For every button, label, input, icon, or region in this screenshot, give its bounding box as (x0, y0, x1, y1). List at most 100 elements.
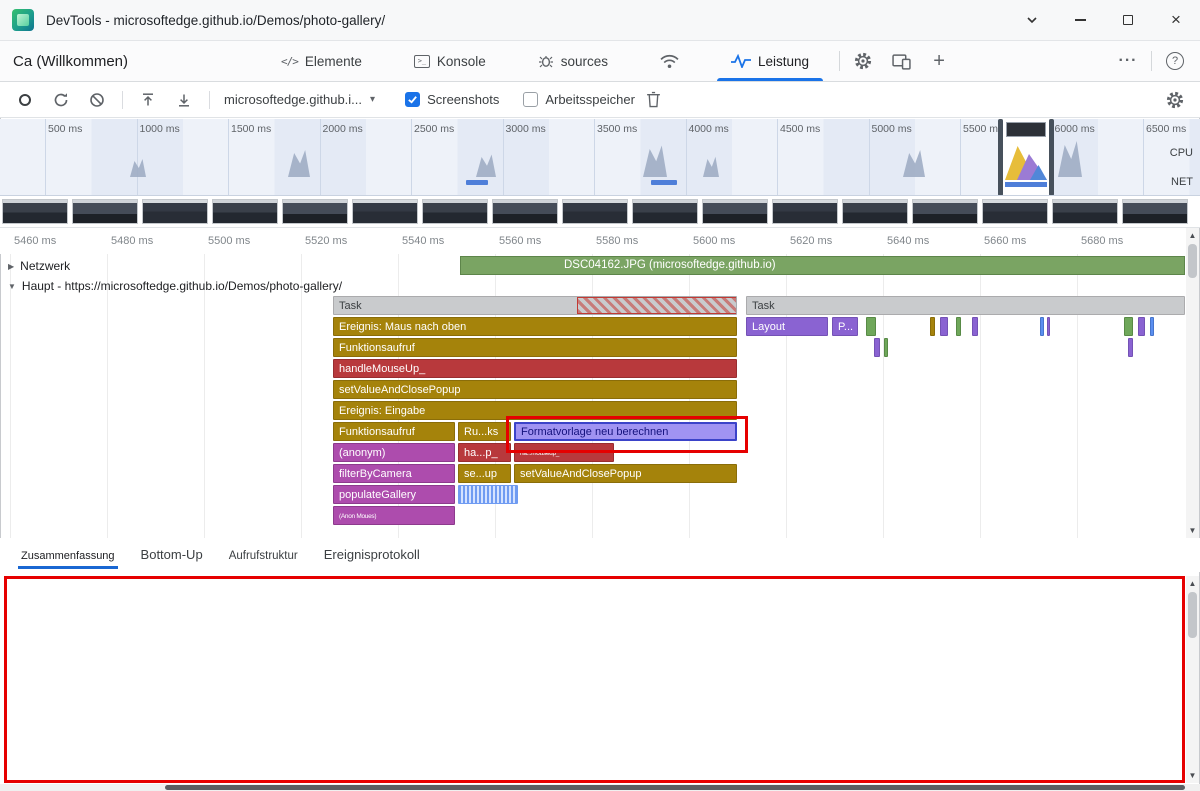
capture-settings-gear-icon[interactable] (1158, 85, 1192, 115)
tab-ereignisprotokoll[interactable]: Ereignisprotokoll (311, 539, 433, 572)
filmstrip-thumbnail[interactable] (702, 199, 768, 224)
network-request-bar[interactable]: DSC04162.JPG (microsoftedge.github.io) (460, 256, 1185, 275)
scrollbar-thumb[interactable] (1188, 592, 1197, 638)
flame-bar[interactable]: setValueAndClosePopup (514, 464, 737, 483)
scroll-down-icon[interactable]: ▼ (1186, 524, 1199, 537)
scroll-up-icon[interactable]: ▲ (1186, 577, 1199, 590)
flame-bar[interactable] (930, 317, 935, 336)
settings-gear-icon[interactable] (844, 41, 882, 81)
filmstrip-thumbnail[interactable] (632, 199, 698, 224)
flame-bar[interactable]: Layout (746, 317, 828, 336)
tab-network[interactable] (634, 41, 705, 81)
record-button[interactable] (8, 85, 42, 115)
flame-bar[interactable]: Ereignis: Eingabe (333, 401, 737, 420)
flame-bar[interactable]: (anonym) (333, 443, 455, 462)
network-track-header[interactable]: ▶ Netzwerk (8, 259, 70, 273)
flame-bar[interactable] (1124, 317, 1133, 336)
flame-bar[interactable]: filterByCamera (333, 464, 455, 483)
flame-bar[interactable]: Task (333, 296, 737, 315)
flame-bar[interactable]: populateGallery (333, 485, 455, 504)
flame-bar[interactable]: Ru...ks (458, 422, 511, 441)
more-menu-icon[interactable]: ··· (1109, 41, 1147, 81)
add-tab-button[interactable]: + (920, 41, 958, 81)
flame-bar[interactable]: Ereignis: Maus nach oben (333, 317, 737, 336)
flame-bar[interactable]: setValueAndClosePopup (333, 380, 737, 399)
flame-bar[interactable] (874, 338, 880, 357)
reload-and-record-button[interactable] (44, 85, 78, 115)
save-profile-button[interactable] (167, 85, 201, 115)
help-button[interactable]: ? (1156, 41, 1194, 81)
target-selector[interactable]: microsoftedge.github.i... ▾ (218, 92, 381, 107)
scrollbar-thumb[interactable] (1188, 244, 1197, 278)
filmstrip-thumbnail[interactable] (282, 199, 348, 224)
tab-aufrufstruktur[interactable]: Aufrufstruktur (216, 542, 311, 572)
maximize-button[interactable] (1104, 0, 1152, 40)
tab-konsole[interactable]: >_ Konsole (388, 41, 512, 81)
filmstrip-thumbnail[interactable] (212, 199, 278, 224)
flame-chart[interactable]: Task Task Ereignis: Maus nach oben LayoutP.… (0, 296, 1185, 536)
flame-bar[interactable]: Funktionsaufruf (333, 422, 455, 441)
filmstrip-thumbnail[interactable] (352, 199, 418, 224)
timeline-overview[interactable]: 500 ms1000 ms1500 ms2000 ms2500 ms3000 m… (0, 119, 1200, 196)
filmstrip-thumbnail[interactable] (842, 199, 908, 224)
flame-bar[interactable] (866, 317, 876, 336)
filmstrip-thumbnail[interactable] (912, 199, 978, 224)
minimize-button[interactable] (1056, 0, 1104, 40)
flame-bar[interactable] (940, 317, 948, 336)
flame-bar[interactable] (1150, 317, 1154, 336)
filmstrip-thumbnail[interactable] (982, 199, 1048, 224)
flame-bar[interactable] (1047, 317, 1050, 336)
filmstrip-thumbnail[interactable] (772, 199, 838, 224)
flame-bar[interactable]: ha...mouseup_ (514, 443, 614, 462)
tab-zusammenfassung[interactable]: Zusammenfassung (8, 542, 128, 572)
tab-bottom-up[interactable]: Bottom-Up (128, 539, 216, 572)
flame-bar[interactable] (1138, 317, 1145, 336)
flame-bar[interactable]: ha...p_ (458, 443, 511, 462)
flame-bar[interactable]: P... (832, 317, 858, 336)
filmstrip-thumbnail[interactable] (142, 199, 208, 224)
ruler-time-label: 5460 ms (14, 235, 56, 247)
summary-scrollbar[interactable]: ▲ ▼ (1186, 576, 1199, 783)
device-toolbar-icon[interactable] (882, 41, 920, 81)
horizontal-scrollbar[interactable] (0, 784, 1200, 791)
clear-button[interactable] (80, 85, 114, 115)
tab-elemente[interactable]: </> Elemente (255, 41, 388, 81)
load-profile-button[interactable] (131, 85, 165, 115)
memory-checkbox[interactable]: Arbeitsspeicher (523, 92, 635, 107)
flame-bar[interactable]: handleMouseUp_ (333, 359, 737, 378)
filmstrip-thumbnail[interactable] (562, 199, 628, 224)
scroll-up-icon[interactable]: ▲ (1186, 229, 1199, 242)
filmstrip-thumbnail[interactable] (1052, 199, 1118, 224)
flame-bar[interactable] (1040, 317, 1044, 336)
selection-handle-right[interactable] (1049, 119, 1054, 196)
flame-bar[interactable] (458, 485, 518, 504)
overview-selection-window[interactable] (1003, 119, 1049, 196)
filmstrip-thumbnail[interactable] (422, 199, 488, 224)
filmstrip-thumbnail[interactable] (72, 199, 138, 224)
filmstrip-thumbnail[interactable] (2, 199, 68, 224)
trash-icon[interactable] (637, 85, 671, 115)
screenshots-checkbox[interactable]: Screenshots (405, 92, 499, 107)
scrollbar-thumb[interactable] (165, 785, 1185, 790)
flame-bar[interactable] (956, 317, 961, 336)
tab-leistung[interactable]: Leistung (705, 41, 835, 81)
flame-bar[interactable] (1128, 338, 1133, 357)
flame-bar[interactable]: Formatvorlage neu berechnen (514, 422, 737, 441)
flame-scrollbar[interactable]: ▲ ▼ (1186, 228, 1199, 538)
filmstrip-thumbnail[interactable] (1122, 199, 1188, 224)
chevron-down-icon: ▾ (370, 94, 375, 105)
filmstrip-thumbnail[interactable] (492, 199, 558, 224)
flame-bar[interactable]: Funktionsaufruf (333, 338, 737, 357)
scroll-down-icon[interactable]: ▼ (1186, 769, 1199, 782)
selection-handle-left[interactable] (998, 119, 1003, 196)
flame-bar[interactable]: Task (746, 296, 1185, 315)
flame-bar[interactable]: (Anon Moues) (333, 506, 455, 525)
flame-bar[interactable]: se...up (458, 464, 511, 483)
flame-bar[interactable] (884, 338, 888, 357)
tab-sources[interactable]: sources (512, 41, 634, 81)
close-button[interactable]: × (1152, 0, 1200, 40)
dock-menu-chevron-icon[interactable] (1008, 0, 1056, 40)
page-tab[interactable]: Ca (Willkommen) (0, 41, 255, 81)
main-thread-track-header[interactable]: ▼ Haupt - https://microsoftedge.github.i… (8, 279, 342, 293)
flame-bar[interactable] (972, 317, 978, 336)
